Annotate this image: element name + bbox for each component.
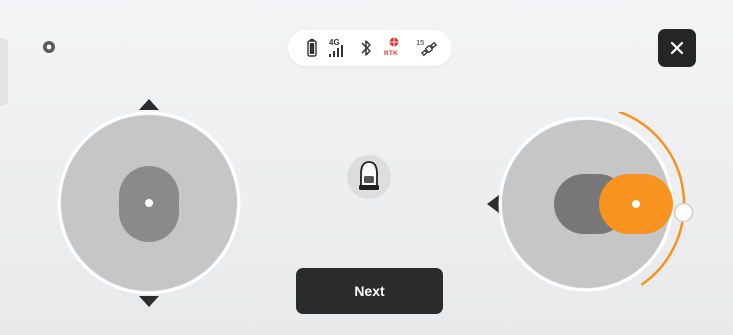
left-joystick[interactable] [54,96,244,312]
bluetooth-icon [361,40,371,56]
satellite-icon [420,41,438,57]
up-arrow-icon [139,99,159,110]
down-arrow-icon [139,296,159,307]
mower-icon [347,155,391,199]
close-button[interactable] [658,29,696,67]
side-drawer-handle[interactable] [0,38,8,106]
settings-dot-icon[interactable] [41,39,57,55]
close-icon [670,41,684,55]
right-joystick-handle[interactable] [673,202,694,223]
status-bar: 4G RTK 15 [288,30,452,66]
left-arrow-icon [487,195,499,213]
right-joystick[interactable] [482,112,708,306]
rtk-icon [389,37,399,47]
next-button[interactable]: Next [296,268,443,314]
cellular-signal-icon [329,45,343,57]
battery-icon [307,39,317,57]
rtk-label: RTK [384,50,398,57]
